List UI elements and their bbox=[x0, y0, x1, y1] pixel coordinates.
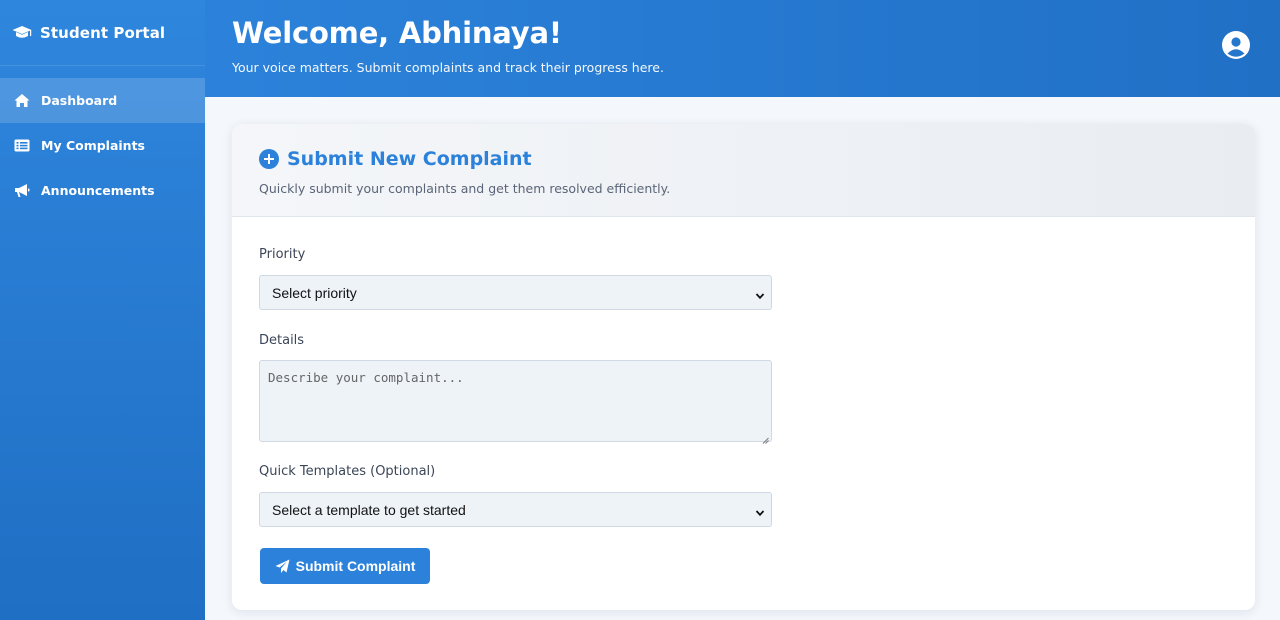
details-textarea[interactable]: Describe your complaint... bbox=[259, 360, 772, 444]
sidebar-item-label: My Complaints bbox=[41, 138, 145, 153]
details-label: Details bbox=[259, 333, 305, 348]
sidebar-item-dashboard[interactable]: Dashboard bbox=[0, 78, 205, 123]
brand[interactable]: Student Portal bbox=[0, 0, 205, 66]
templates-label: Quick Templates (Optional) bbox=[259, 464, 436, 479]
page-subtitle: Your voice matters. Submit complaints an… bbox=[232, 60, 664, 75]
chevron-down-icon bbox=[755, 288, 765, 300]
page-title: Welcome, Abhinaya! bbox=[232, 16, 562, 50]
page-header: Welcome, Abhinaya! Your voice matters. S… bbox=[205, 0, 1280, 97]
sidebar-item-label: Announcements bbox=[41, 183, 155, 198]
template-select[interactable]: Select a template to get started bbox=[259, 492, 772, 527]
sidebar-item-my-complaints[interactable]: My Complaints bbox=[0, 123, 205, 168]
sidebar: Student Portal Dashboard My Complaints A… bbox=[0, 0, 205, 620]
plus-circle-icon bbox=[259, 149, 279, 169]
submit-button-label: Submit Complaint bbox=[295, 558, 416, 574]
template-select-value: Select a template to get started bbox=[272, 501, 466, 518]
user-avatar-icon[interactable] bbox=[1222, 31, 1250, 59]
sidebar-item-label: Dashboard bbox=[41, 93, 118, 108]
complaint-form-card: Submit New Complaint Quickly submit your… bbox=[232, 124, 1255, 610]
priority-select-value: Select priority bbox=[272, 284, 357, 301]
megaphone-icon bbox=[14, 183, 30, 199]
priority-select[interactable]: Select priority bbox=[259, 275, 772, 310]
submit-complaint-button[interactable]: Submit Complaint bbox=[260, 548, 430, 584]
list-icon bbox=[14, 138, 30, 154]
details-placeholder: Describe your complaint... bbox=[268, 370, 464, 385]
resize-handle-icon[interactable] bbox=[762, 432, 769, 444]
paper-plane-icon bbox=[275, 559, 290, 574]
brand-label: Student Portal bbox=[40, 23, 166, 42]
card-header: Submit New Complaint Quickly submit your… bbox=[232, 124, 1255, 217]
card-title-text: Submit New Complaint bbox=[287, 148, 532, 170]
graduation-cap-icon bbox=[12, 25, 32, 41]
chevron-down-icon bbox=[755, 505, 765, 517]
sidebar-item-announcements[interactable]: Announcements bbox=[0, 168, 205, 213]
sidebar-nav: Dashboard My Complaints Announcements bbox=[0, 78, 205, 213]
priority-label: Priority bbox=[259, 247, 306, 262]
home-icon bbox=[14, 93, 30, 109]
card-title: Submit New Complaint bbox=[259, 148, 532, 170]
card-subtitle: Quickly submit your complaints and get t… bbox=[259, 181, 671, 196]
